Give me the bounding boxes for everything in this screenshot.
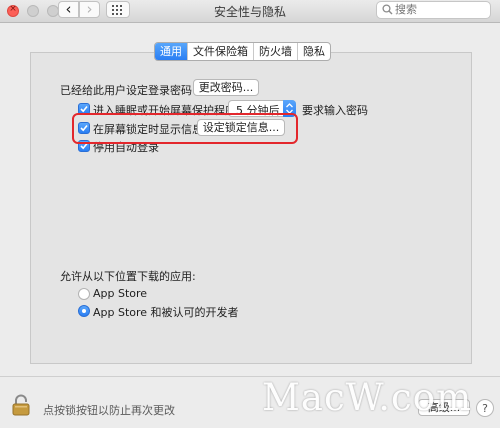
radio-app-store-identified-label: App Store 和被认可的开发者: [93, 306, 239, 319]
radio-app-store-identified[interactable]: [78, 305, 90, 317]
radio-app-store[interactable]: [78, 288, 90, 300]
annotation-highlight: [72, 113, 298, 144]
radio-app-store-label: App Store: [93, 287, 148, 300]
title-bar: × ‹ › 安全性与隐私: [0, 0, 500, 23]
search-icon: [382, 4, 393, 15]
tab-filevault[interactable]: 文件保险箱: [187, 43, 253, 60]
tab-privacy[interactable]: 隐私: [297, 43, 330, 60]
change-password-button[interactable]: 更改密码...: [193, 79, 259, 96]
tab-general[interactable]: 通用: [155, 43, 187, 60]
lock-icon[interactable]: [12, 394, 30, 416]
search-input[interactable]: [395, 3, 485, 16]
downloads-heading: 允许从以下位置下载的应用:: [60, 270, 196, 283]
watermark: MacW.com: [262, 376, 473, 419]
search-field[interactable]: [376, 1, 491, 19]
tab-bar: 通用 文件保险箱 防火墙 隐私: [154, 42, 331, 61]
tab-firewall[interactable]: 防火墙: [253, 43, 297, 60]
password-set-label: 已经给此用户设定登录密码: [60, 84, 192, 97]
svg-text:?: ?: [482, 402, 488, 415]
lock-hint-text: 点按锁按钮以防止再次更改: [43, 404, 175, 417]
help-icon[interactable]: ?: [475, 398, 495, 418]
checkmark-icon: [80, 105, 88, 113]
require-password-suffix: 要求输入密码: [302, 104, 368, 117]
